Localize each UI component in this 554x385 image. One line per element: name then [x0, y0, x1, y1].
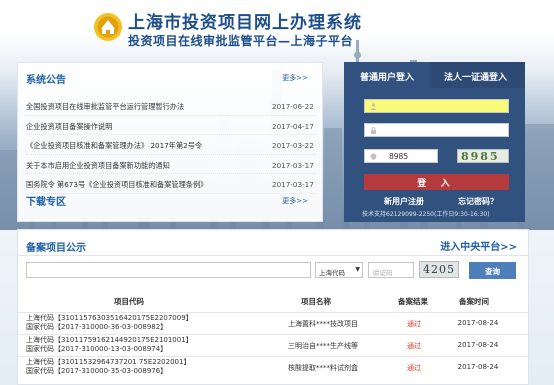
announcement-item[interactable]: 企业投资项目备案操作说明 2017-04-17: [26, 116, 316, 135]
announcement-title: 系统公告: [26, 75, 66, 86]
password-input[interactable]: [364, 123, 509, 137]
login-tabs: 普通用户登入 法人一证通登入: [344, 62, 525, 88]
announcement-item-title[interactable]: 企业投资项目备案操作说明: [26, 122, 112, 132]
project-name-cell: 三明治自****生产线等: [288, 342, 358, 350]
announcement-item-title[interactable]: 关于本市启用企业投资项目备案新功能的通知: [26, 161, 170, 171]
national-code: 国家代码【2017-310000-36-03-008982】: [26, 323, 168, 331]
filing-projects-title: 备案项目公示: [26, 243, 86, 254]
code-type-select[interactable]: 上海代码 ▼: [315, 262, 363, 278]
lock-icon: [370, 127, 377, 134]
table-row[interactable]: 上海代码【31011532964737201 75E2202001】 国家代码【…: [18, 356, 528, 377]
download-section-title: 下载专区: [26, 197, 66, 208]
captcha-input[interactable]: 8985: [364, 149, 438, 163]
column-header-result: 备案结果: [398, 297, 428, 306]
column-header-date: 备案时间: [459, 297, 489, 306]
announcement-item[interactable]: 全国投资项目在线审批监管平台运行管理暂行办法 2017-06-22: [26, 96, 316, 116]
filing-date-cell: 2017-08-24: [457, 319, 499, 327]
project-name-cell: 核酸提取****料试剂盒: [288, 364, 358, 372]
filing-result-cell: 通过: [407, 364, 421, 372]
verification-code-input[interactable]: 验证码: [368, 262, 414, 278]
column-header-code: 项目代码: [114, 297, 144, 306]
table-row[interactable]: 上海代码【31011576303516420175E2207009】 国家代码【…: [18, 312, 528, 333]
tab-normal-user-login[interactable]: 普通用户登入: [344, 62, 430, 88]
national-code: 国家代码【2017-310000-35-03-008976】: [26, 367, 168, 375]
announcement-item[interactable]: 国务院令 第673号《企业投资项目核准和备案管理条例》 2017-03-17: [26, 174, 316, 194]
table-row[interactable]: 上海代码【31011759162144920175E2101001】 国家代码【…: [18, 334, 528, 355]
register-link[interactable]: 新用户注册: [384, 196, 424, 207]
login-button[interactable]: 登 入: [364, 174, 509, 190]
announcement-item-title[interactable]: 全国投资项目在线审批监管平台运行管理暂行办法: [26, 102, 184, 112]
download-more-link[interactable]: 更多>>: [282, 196, 308, 206]
forgot-password-link[interactable]: 忘记密码？: [458, 196, 498, 207]
query-button[interactable]: 查询: [469, 262, 516, 279]
announcement-item[interactable]: 关于本市启用企业投资项目备案新功能的通知 2017-03-17: [26, 155, 316, 174]
site-subtitle: 投资项目在线审批监管平台—上海子平台: [128, 34, 354, 48]
section-divider: [18, 255, 528, 256]
login-panel: 普通用户登入 法人一证通登入 8985 8985 登 入 新用户注册 忘记密码？…: [344, 62, 525, 222]
site-title: 上海市投资项目网上办理系统: [128, 13, 362, 33]
announcement-item-date: 2017-06-22: [272, 102, 314, 111]
shanghai-code: 上海代码【31011532964737201 75E2202001】: [26, 358, 191, 366]
filing-date-cell: 2017-08-24: [457, 363, 499, 371]
tab-normal-user-login-label: 普通用户登入: [360, 73, 415, 83]
project-code-cell: 上海代码【31011576303516420175E2207009】 国家代码【…: [26, 314, 193, 332]
announcement-item-date: 2017-03-17: [272, 160, 314, 170]
query-button-label: 查询: [485, 267, 500, 276]
project-name-cell: 上海置科****技改项目: [288, 320, 358, 328]
project-code-cell: 上海代码【31011759162144920175E2101001】 国家代码【…: [26, 336, 193, 354]
query-captcha-image[interactable]: 4205: [419, 261, 459, 278]
filing-projects-section: 备案项目公示 进入中央平台>> 上海代码 ▼ 验证码 4205 查询 项目代码 …: [17, 229, 529, 385]
shanghai-code: 上海代码【31011759162144920175E2101001】: [26, 336, 193, 344]
filing-date-cell: 2017-08-24: [457, 341, 499, 349]
captcha-input-value: 8985: [389, 152, 409, 161]
chevron-down-icon: ▼: [355, 266, 360, 273]
central-platform-link[interactable]: 进入中央平台>>: [440, 238, 517, 253]
filing-result-cell: 通过: [407, 342, 421, 350]
announcement-more-link[interactable]: 更多>>: [282, 73, 308, 83]
project-code-cell: 上海代码【31011532964737201 75E2202001】 国家代码【…: [26, 358, 190, 376]
table-header: 项目代码 项目名称 备案结果 备案时间: [18, 296, 528, 310]
project-code-search-input[interactable]: [26, 262, 311, 278]
verification-code-placeholder: 验证码: [373, 269, 393, 277]
captcha-image[interactable]: 8985: [457, 149, 509, 163]
announcement-panel: 系统公告 更多>> 全国投资项目在线审批监管平台运行管理暂行办法 2017-06…: [17, 62, 323, 222]
login-button-label: 登 入: [417, 178, 456, 188]
filing-result-cell: 通过: [407, 320, 421, 328]
shield-icon: [370, 153, 377, 160]
tab-cert-login-label: 法人一证通登入: [444, 73, 508, 83]
announcement-item[interactable]: 《企业投资项目核准和备案管理办法》 2017年第2号令 2017-03-22: [26, 135, 316, 155]
tech-support-text: 技术支持62129099-2250(工作日9:30-16:30): [362, 211, 490, 218]
announcement-item-title[interactable]: 《企业投资项目核准和备案管理办法》 2017年第2号令: [26, 141, 202, 151]
user-icon: [370, 103, 377, 110]
code-type-select-value: 上海代码: [319, 269, 345, 277]
column-header-name: 项目名称: [301, 297, 331, 306]
emblem-logo: [94, 13, 122, 41]
announcement-item-date: 2017-03-22: [272, 141, 314, 150]
captcha-image-text: 8985: [461, 150, 500, 163]
national-code: 国家代码【2017-310000-13-03-008974】: [26, 345, 168, 353]
announcement-item-title[interactable]: 国务院令 第673号《企业投资项目核准和备案管理条例》: [26, 180, 207, 190]
announcement-item-date: 2017-03-17: [272, 180, 314, 189]
username-input[interactable]: [364, 99, 509, 113]
query-captcha-text: 4205: [423, 263, 455, 276]
shanghai-code: 上海代码【31011576303516420175E2207009】: [26, 314, 193, 322]
announcement-list: 全国投资项目在线审批监管平台运行管理暂行办法 2017-06-22 企业投资项目…: [26, 96, 316, 194]
announcement-item-date: 2017-04-17: [272, 121, 314, 131]
